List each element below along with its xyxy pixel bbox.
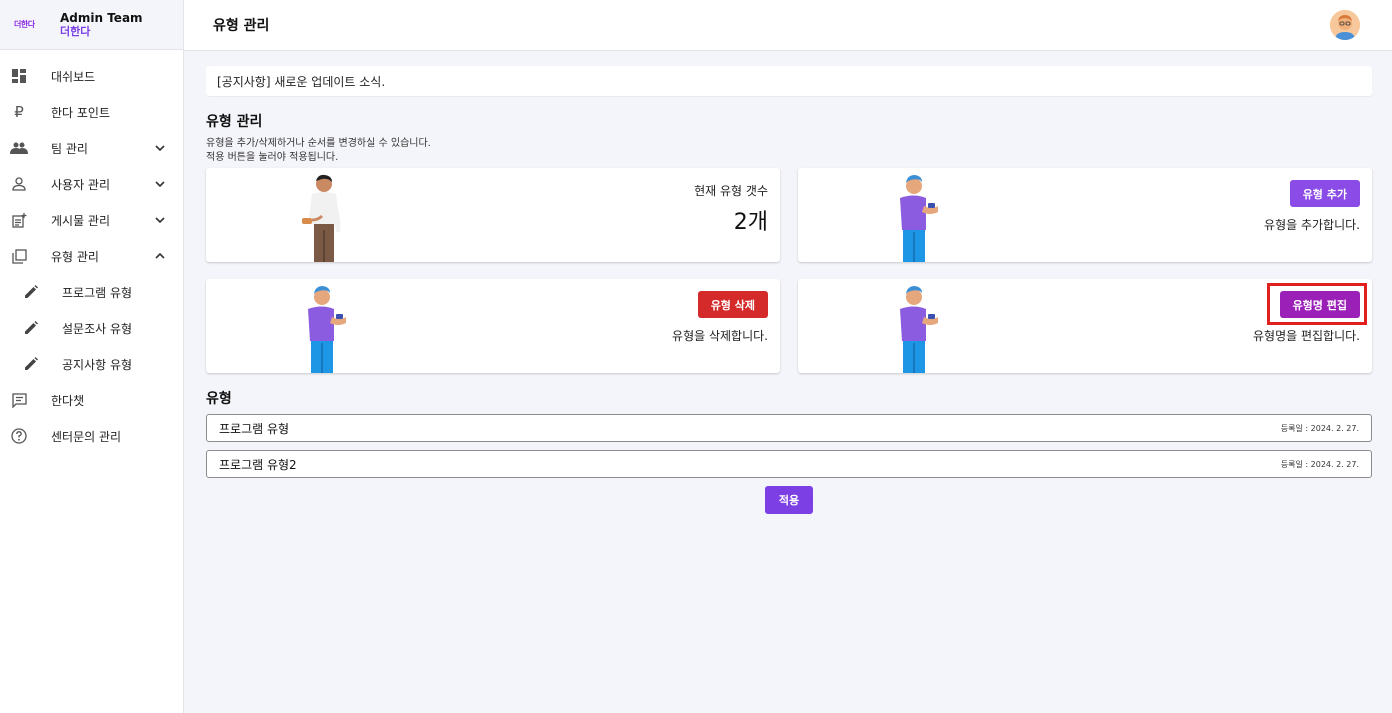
person-illustration	[900, 286, 938, 373]
brand-text: Admin Team 더한다	[60, 10, 143, 38]
add-type-description: 유형을 추가합니다.	[1264, 218, 1360, 232]
sidebar-item-label: 프로그램 유형	[62, 285, 133, 300]
sidebar-item-inquiry[interactable]: 센터문의 관리	[0, 418, 183, 454]
brand-logo: 더한다	[14, 20, 35, 29]
person-illustration	[308, 286, 346, 373]
edit-type-description: 유형명을 편집합니다.	[1253, 329, 1360, 343]
table-row[interactable]: 프로그램 유형2 등록일 : 2024. 2. 27.	[206, 450, 1372, 478]
sidebar-item-label: 한다챗	[51, 393, 85, 408]
sidebar-subitem-notice-type[interactable]: 공지사항 유형	[0, 346, 183, 382]
sidebar-item-label: 센터문의 관리	[51, 429, 122, 444]
action-cards: 현재 유형 갯수 2개 유형 추가 유형을 추가합니다. 유형 삭제 유형을 삭…	[206, 168, 1372, 374]
sidebar-item-label: 사용자 관리	[51, 177, 111, 192]
sidebar-item-users[interactable]: 사용자 관리	[0, 166, 183, 202]
sidebar-subitem-program-type[interactable]: 프로그램 유형	[0, 274, 183, 310]
sidebar-item-label: 한다 포인트	[51, 105, 111, 120]
help-icon	[10, 427, 28, 445]
person-illustration	[302, 174, 341, 262]
delete-type-card: 유형 삭제 유형을 삭제합니다.	[206, 279, 780, 373]
pencil-icon	[22, 355, 40, 373]
brand[interactable]: 더한다 Admin Team 더한다	[0, 0, 183, 50]
brand-title: Admin Team	[60, 10, 143, 25]
type-registered-date: 등록일 : 2024. 2. 27.	[1280, 459, 1359, 469]
dashboard-icon	[10, 67, 28, 85]
pencil-icon	[22, 319, 40, 337]
brand-subtitle: 더한다	[60, 24, 91, 38]
section-description: 유형을 추가/삭제하거나 순서를 변경하실 수 있습니다. 적용 버튼을 눌러야…	[206, 137, 1372, 165]
sidebar-item-types[interactable]: 유형 관리	[0, 238, 183, 274]
chevron-down-icon[interactable]	[153, 213, 167, 227]
chevron-down-icon[interactable]	[153, 177, 167, 191]
page-title: 유형 관리	[213, 18, 270, 34]
top-header: 유형 관리	[184, 0, 1392, 51]
chevron-down-icon[interactable]	[153, 141, 167, 155]
description-line: 적용 버튼을 눌러야 적용됩니다.	[206, 152, 339, 163]
section-title: 유형 관리	[206, 114, 263, 130]
apply-wrapper: 적용	[206, 486, 1372, 514]
type-name: 프로그램 유형	[219, 421, 290, 436]
avatar[interactable]	[1330, 10, 1360, 40]
sidebar-item-label: 팀 관리	[51, 141, 88, 156]
sidebar-item-chat[interactable]: 한다챗	[0, 382, 183, 418]
group-icon	[10, 139, 28, 157]
notice-banner[interactable]: [공지사항] 새로운 업데이트 소식.	[206, 66, 1372, 96]
main-content: [공지사항] 새로운 업데이트 소식. 유형 관리 유형을 추가/삭제하거나 순…	[206, 66, 1372, 514]
sidebar-item-label: 설문조사 유형	[62, 321, 133, 336]
edit-type-name-button[interactable]: 유형명 편집	[1279, 291, 1360, 318]
sidebar-item-dashboard[interactable]: 대쉬보드	[0, 58, 183, 94]
types-list-title: 유형	[206, 391, 232, 407]
post-add-icon	[10, 211, 28, 229]
sidebar-item-label: 유형 관리	[51, 249, 99, 264]
sidebar-item-posts[interactable]: 게시물 관리	[0, 202, 183, 238]
type-name: 프로그램 유형2	[219, 457, 297, 472]
table-row[interactable]: 프로그램 유형 등록일 : 2024. 2. 27.	[206, 414, 1372, 442]
type-count-card: 현재 유형 갯수 2개	[206, 168, 780, 262]
sidebar-item-label: 대쉬보드	[51, 69, 96, 84]
edit-type-card: 유형명 편집 유형명을 편집합니다.	[798, 279, 1372, 373]
ruble-icon: ₽	[14, 103, 24, 121]
pencil-icon	[22, 283, 40, 301]
apply-button[interactable]: 적용	[765, 486, 813, 514]
type-registered-date: 등록일 : 2024. 2. 27.	[1280, 423, 1359, 433]
person-illustration	[900, 175, 938, 262]
sidebar-nav: 대쉬보드 ₽ 한다 포인트 팀 관리 사용자 관리 게시물 관리 유형 관리 프…	[0, 50, 183, 454]
delete-type-description: 유형을 삭제합니다.	[672, 329, 768, 343]
delete-type-button[interactable]: 유형 삭제	[697, 291, 768, 318]
type-count-label: 현재 유형 갯수	[694, 184, 768, 198]
chevron-up-icon[interactable]	[153, 249, 167, 263]
sidebar-item-team[interactable]: 팀 관리	[0, 130, 183, 166]
notice-text: [공지사항] 새로운 업데이트 소식.	[217, 74, 386, 89]
types-list: 프로그램 유형 등록일 : 2024. 2. 27. 프로그램 유형2 등록일 …	[206, 414, 1372, 478]
sidebar-subitem-survey-type[interactable]: 설문조사 유형	[0, 310, 183, 346]
add-type-button[interactable]: 유형 추가	[1289, 180, 1360, 207]
sidebar-item-points[interactable]: ₽ 한다 포인트	[0, 94, 183, 130]
description-line: 유형을 추가/삭제하거나 순서를 변경하실 수 있습니다.	[206, 138, 431, 149]
sidebar-item-label: 공지사항 유형	[62, 357, 133, 372]
sidebar-item-label: 게시물 관리	[51, 213, 111, 228]
type-count-value: 2개	[733, 210, 768, 235]
chat-icon	[10, 391, 28, 409]
library-icon	[10, 247, 28, 265]
add-type-card: 유형 추가 유형을 추가합니다.	[798, 168, 1372, 262]
person-icon	[10, 175, 28, 193]
sidebar: 더한다 Admin Team 더한다 대쉬보드 ₽ 한다 포인트 팀 관리 사용…	[0, 0, 184, 713]
